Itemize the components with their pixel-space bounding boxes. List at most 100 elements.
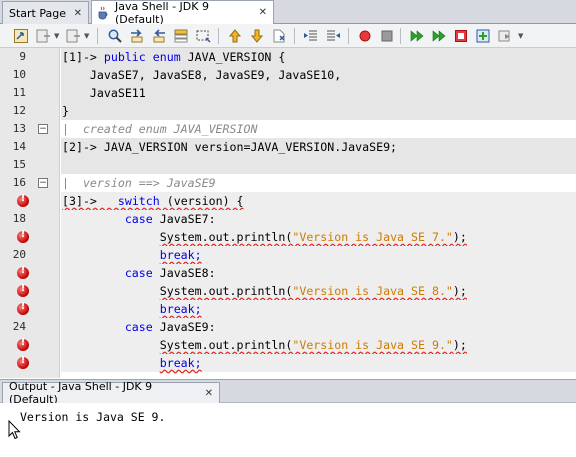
code-text[interactable]: [3]-> switch (version) { bbox=[61, 192, 576, 210]
next-bookmark-icon[interactable] bbox=[248, 27, 266, 45]
code-text[interactable]: case JavaSE7: bbox=[61, 210, 576, 228]
back-icon[interactable] bbox=[34, 27, 52, 45]
code-text[interactable]: JavaSE7, JavaSE8, JavaSE9, JavaSE10, bbox=[61, 66, 576, 84]
error-icon[interactable] bbox=[17, 283, 29, 297]
code-line[interactable]: 12} bbox=[0, 102, 576, 120]
code-line[interactable]: System.out.println("Version is Java SE 7… bbox=[0, 228, 576, 246]
code-text[interactable]: case JavaSE8: bbox=[61, 264, 576, 282]
code-token: System.out.println( bbox=[159, 230, 293, 244]
error-icon[interactable] bbox=[17, 337, 29, 351]
tab-start-page[interactable]: Start Page ✕ bbox=[2, 1, 89, 24]
code-line[interactable]: 11 JavaSE11 bbox=[0, 84, 576, 102]
code-line[interactable]: break; bbox=[0, 300, 576, 318]
code-line[interactable]: 9 [1]-> public enum JAVA_VERSION { bbox=[0, 48, 576, 66]
mouse-cursor-icon bbox=[8, 420, 21, 440]
record-macro-icon[interactable] bbox=[356, 27, 374, 45]
toggle-rect-selection-icon[interactable] bbox=[194, 27, 212, 45]
code-text[interactable] bbox=[61, 156, 576, 174]
code-line[interactable]: 10 JavaSE7, JavaSE8, JavaSE9, JavaSE10, bbox=[0, 66, 576, 84]
keyword-token: case bbox=[124, 212, 153, 226]
code-line[interactable]: break; bbox=[0, 354, 576, 372]
error-icon[interactable] bbox=[17, 355, 29, 369]
comment-token: | created enum JAVA_VERSION bbox=[62, 122, 258, 136]
code-text[interactable]: } bbox=[61, 102, 576, 120]
chevron-down-icon[interactable]: ▼ bbox=[54, 32, 59, 40]
code-token: System.out.println( bbox=[159, 338, 293, 352]
fold-toggle-icon[interactable]: − bbox=[38, 178, 48, 188]
java-shell-editor[interactable]: 9 [1]-> public enum JAVA_VERSION {10 Java… bbox=[0, 48, 576, 378]
code-text[interactable]: [2]-> JAVA_VERSION version=JAVA_VERSION.… bbox=[61, 138, 576, 156]
code-line[interactable]: System.out.println("Version is Java SE 8… bbox=[0, 282, 576, 300]
tab-java-shell[interactable]: Java Shell - JDK 9 (Default) ✕ bbox=[91, 0, 274, 26]
code-line[interactable]: 24 case JavaSE9: bbox=[0, 318, 576, 336]
run-all-icon[interactable] bbox=[430, 27, 448, 45]
code-text[interactable]: break; bbox=[61, 246, 576, 264]
run-icon[interactable] bbox=[408, 27, 426, 45]
toggle-highlight-icon[interactable] bbox=[172, 27, 190, 45]
close-icon[interactable]: ✕ bbox=[205, 388, 213, 399]
error-icon[interactable] bbox=[17, 301, 29, 315]
code-text[interactable]: case JavaSE9: bbox=[61, 318, 576, 336]
code-line[interactable]: [3]-> switch (version) { bbox=[0, 192, 576, 210]
code-token: ); bbox=[452, 338, 467, 352]
code-line[interactable]: 14 [2]-> JAVA_VERSION version=JAVA_VERSIO… bbox=[0, 138, 576, 156]
code-text[interactable]: break; bbox=[61, 300, 576, 318]
code-text[interactable]: [1]-> public enum JAVA_VERSION { bbox=[61, 48, 576, 66]
stop-icon[interactable] bbox=[452, 27, 470, 45]
close-icon[interactable]: ✕ bbox=[259, 7, 267, 18]
keyword-token: public enum bbox=[103, 50, 181, 64]
chevron-down-icon[interactable]: ▼ bbox=[518, 32, 523, 40]
code-text[interactable]: | version ==> JavaSE9 bbox=[61, 174, 576, 192]
code-line[interactable]: 15 bbox=[0, 156, 576, 174]
error-icon[interactable] bbox=[17, 229, 29, 243]
string-token: "Version is Java SE 9." bbox=[292, 338, 453, 352]
code-text[interactable]: break; bbox=[61, 354, 576, 372]
close-icon[interactable]: ✕ bbox=[74, 8, 82, 19]
error-icon[interactable] bbox=[17, 193, 29, 207]
forward-icon[interactable] bbox=[64, 27, 82, 45]
code-token: JavaSE11 bbox=[62, 86, 146, 100]
code-text[interactable]: JavaSE11 bbox=[61, 84, 576, 102]
code-line[interactable]: 20 break; bbox=[0, 246, 576, 264]
code-line[interactable]: System.out.println("Version is Java SE 9… bbox=[0, 336, 576, 354]
chevron-down-icon[interactable]: ▼ bbox=[84, 32, 89, 40]
find-next-icon[interactable] bbox=[150, 27, 168, 45]
toggle-bookmark-icon[interactable] bbox=[270, 27, 288, 45]
code-line[interactable]: 13 − | created enum JAVA_VERSION bbox=[0, 120, 576, 138]
search-icon[interactable] bbox=[106, 27, 124, 45]
previous-bookmark-icon[interactable] bbox=[226, 27, 244, 45]
code-line[interactable]: case JavaSE8: bbox=[0, 264, 576, 282]
editor-toolbar: ▼ ▼ ▼ bbox=[0, 24, 576, 48]
source-history-icon[interactable] bbox=[12, 27, 30, 45]
code-line[interactable]: 16 − | version ==> JavaSE9 bbox=[0, 174, 576, 192]
code-text[interactable]: System.out.println("Version is Java SE 8… bbox=[61, 282, 576, 300]
comment-token: | version ==> JavaSE9 bbox=[62, 176, 216, 190]
tab-output[interactable]: Output - Java Shell - JDK 9 (Default) ✕ bbox=[2, 380, 220, 406]
code-token: JavaSE8: bbox=[152, 266, 216, 280]
toolbar-separator bbox=[348, 28, 349, 44]
stop-macro-icon[interactable] bbox=[378, 27, 396, 45]
code-token: ); bbox=[452, 230, 467, 244]
output-console[interactable]: Version is Java SE 9. bbox=[0, 403, 576, 457]
line-number: 14 bbox=[12, 140, 26, 153]
tab-label: Start Page bbox=[9, 6, 66, 20]
execute-context-icon[interactable] bbox=[496, 27, 514, 45]
code-text[interactable]: System.out.println("Version is Java SE 9… bbox=[61, 336, 576, 354]
code-text[interactable]: System.out.println("Version is Java SE 7… bbox=[61, 228, 576, 246]
error-icon[interactable] bbox=[17, 265, 29, 279]
save-snapshot-icon[interactable] bbox=[474, 27, 492, 45]
code-line[interactable]: 18 case JavaSE7: bbox=[0, 210, 576, 228]
fold-toggle-icon[interactable]: − bbox=[38, 124, 48, 134]
code-token: JavaSE7, JavaSE8, JavaSE9, JavaSE10, bbox=[62, 68, 342, 82]
tab-label: Java Shell - JDK 9 (Default) bbox=[115, 0, 209, 26]
shift-left-icon[interactable] bbox=[302, 27, 320, 45]
code-text[interactable]: | created enum JAVA_VERSION bbox=[61, 120, 576, 138]
keyword-token: case bbox=[124, 266, 153, 280]
find-previous-icon[interactable] bbox=[128, 27, 146, 45]
shift-right-icon[interactable] bbox=[324, 27, 342, 45]
code-token: [1]-> bbox=[62, 50, 104, 64]
